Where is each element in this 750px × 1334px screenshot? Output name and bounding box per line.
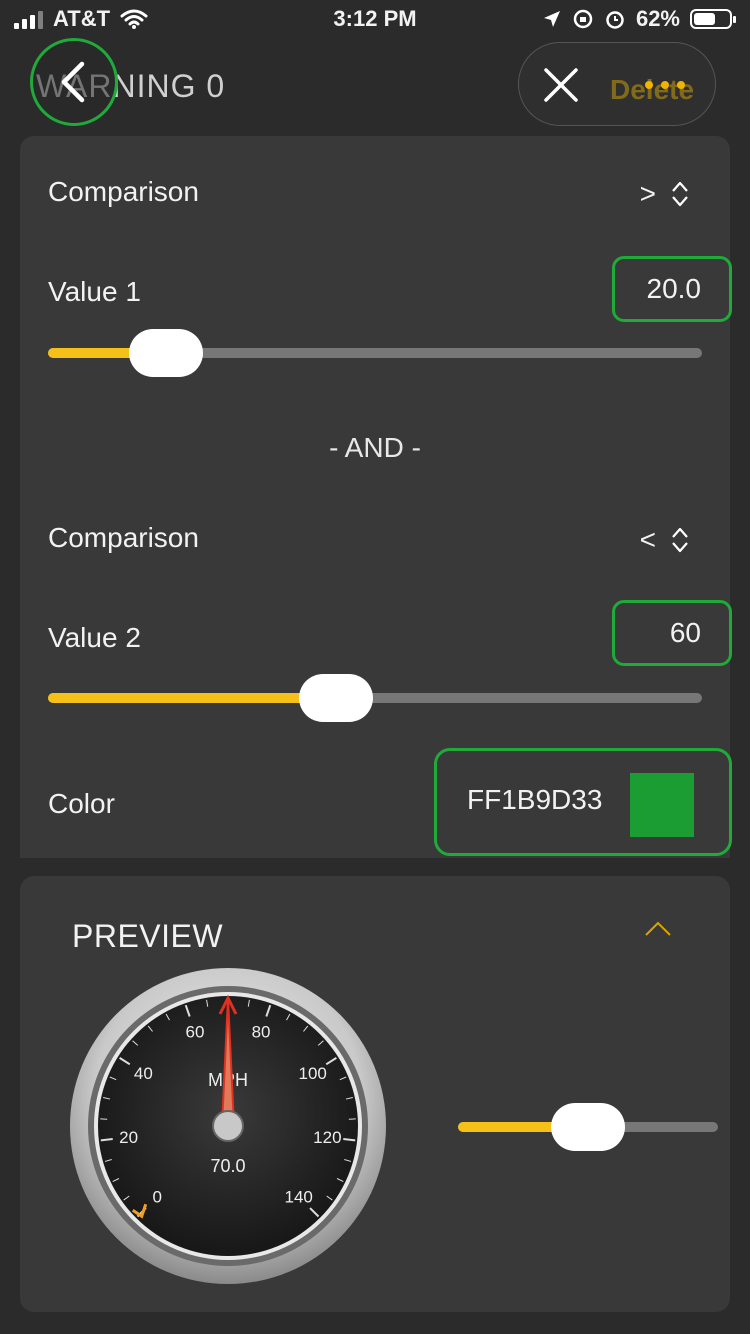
value2-text: 60 [669,617,701,648]
comparison2-select[interactable]: < [640,524,690,556]
rule-card: Comparison > Value 1 20.0 - AND - Compar… [20,136,732,858]
comparison2-label: Comparison [48,522,199,553]
gauge-tick-label: 0 [153,1188,162,1207]
back-button[interactable] [30,38,118,126]
value2-field[interactable]: 60 [612,600,732,666]
speed-gauge: 020406080100120140 MPH 70.0 [68,966,388,1286]
color-field[interactable]: FF1B9D33 [434,748,732,856]
status-right: 62% [542,6,736,32]
value1-slider[interactable] [48,329,702,377]
battery-icon [690,9,736,29]
gauge-value: 70.0 [210,1156,245,1176]
gauge-tick [100,1137,113,1142]
gauge-tick-label: 80 [252,1023,271,1042]
gauge-tick-label: 140 [285,1188,313,1207]
more-button[interactable] [640,70,690,100]
alarm-icon [606,11,624,29]
comparison1-select[interactable]: > [640,178,690,210]
gauge-tick-label: 60 [186,1023,205,1042]
value1-field[interactable]: 20.0 [612,256,732,322]
preview-slider[interactable] [458,1103,718,1151]
gauge-tick-label: 20 [119,1128,138,1147]
color-value: FF1B9D33 [467,784,603,815]
value2-slider[interactable] [48,674,702,722]
gauge-tick-label: 120 [313,1128,341,1147]
value2-label: Value 2 [48,622,141,653]
back-icon [61,61,85,103]
preview-title: PREVIEW [72,918,224,954]
value1-label: Value 1 [48,276,141,307]
battery-percent: 62% [635,6,680,31]
and-separator: - AND - [329,432,421,463]
battery-fill [694,13,716,25]
status-bar: AT&T 3:12 PM 62% [0,0,750,40]
value1-slider-thumb[interactable] [128,329,203,377]
comparison2-value: < [639,524,656,555]
comparison1-value: > [639,178,656,209]
value2-slider-thumb[interactable] [298,674,373,722]
up-down-chevron-icon [672,181,688,207]
color-swatch[interactable] [630,773,694,837]
color-label: Color [48,788,115,819]
rotation-lock-icon [573,9,593,29]
gauge-tick-label: 100 [298,1064,326,1083]
preview-slider-thumb[interactable] [551,1103,625,1151]
location-icon [543,11,560,27]
more-icon [645,81,653,89]
value1-text: 20.0 [646,273,702,304]
gauge-hub [212,1110,244,1142]
chevron-up-icon[interactable] [644,920,672,938]
close-icon [544,68,578,102]
gauge-tick [343,1137,356,1142]
gauge-tick-label: 40 [134,1064,153,1083]
up-down-chevron-icon [672,527,688,553]
preview-card: PREVIEW 020406080100120140 M [20,876,730,1312]
value2-slider-fill [48,693,336,703]
comparison1-label: Comparison [48,176,199,207]
close-button[interactable] [538,62,584,108]
